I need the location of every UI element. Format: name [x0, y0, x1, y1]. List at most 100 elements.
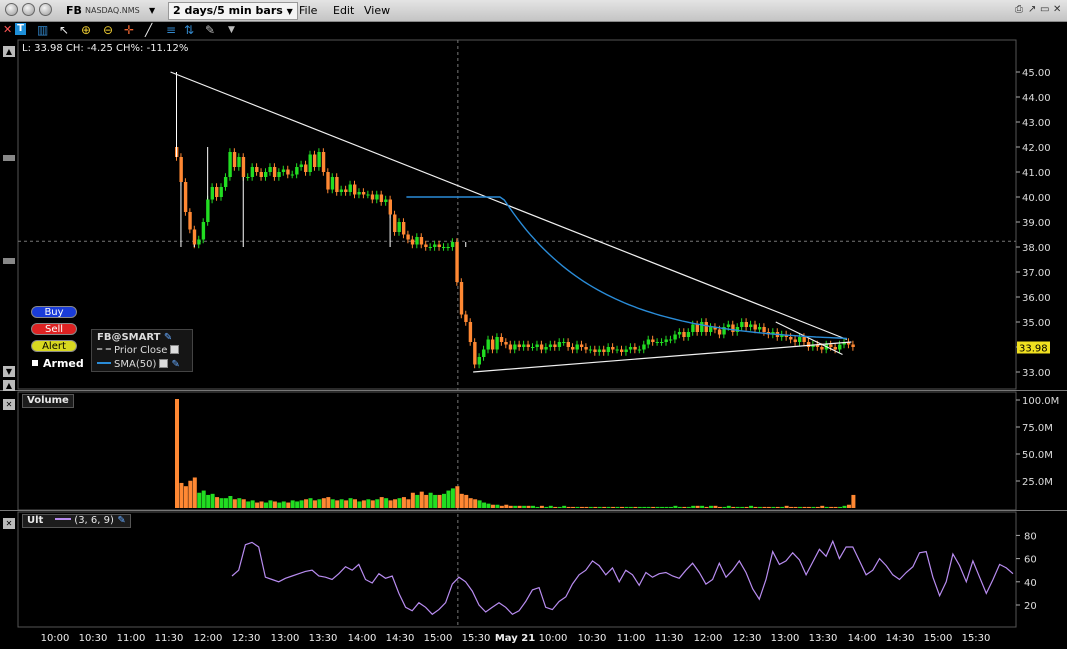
volume-bar	[379, 497, 384, 508]
cursor-icon[interactable]: ↖	[59, 23, 69, 37]
panel-collapse-icon[interactable]: ▲	[3, 46, 15, 57]
volume-bar	[593, 506, 598, 508]
detach-icon[interactable]: ↗	[1028, 4, 1036, 15]
window-close-icon[interactable]	[5, 3, 18, 16]
window-link-icon[interactable]	[39, 3, 52, 16]
crosshair-icon[interactable]: ✛	[124, 23, 134, 37]
volume-bar	[317, 499, 322, 508]
candle-down	[459, 282, 464, 315]
volume-bar	[695, 505, 700, 508]
time-axis-label: 11:30	[655, 633, 684, 644]
symbol-label[interactable]: FB	[66, 4, 82, 17]
splitter-handle[interactable]	[3, 258, 15, 264]
zoom-out-icon[interactable]: ⊖	[103, 23, 113, 37]
maximize-icon[interactable]: ▭	[1040, 4, 1049, 15]
legend-prior-close[interactable]: Prior Close	[97, 345, 180, 356]
checkbox-icon[interactable]	[170, 345, 180, 354]
candle-up	[677, 332, 682, 335]
close-icon[interactable]: ✕	[3, 23, 12, 37]
time-axis-label: 14:30	[886, 633, 915, 644]
armed-toggle[interactable]: Armed	[32, 357, 84, 370]
volume-bar	[321, 498, 326, 508]
panel-expand-icon[interactable]: ▼	[3, 366, 15, 377]
candle-down	[370, 194, 375, 200]
volume-bar	[544, 506, 549, 508]
period-selector[interactable]: 2 days/5 min bars ▼	[168, 2, 298, 20]
candle-down	[188, 212, 192, 230]
candle-down	[321, 152, 326, 172]
candle-up	[588, 349, 593, 351]
time-axis-label: 14:00	[848, 633, 877, 644]
fib-icon[interactable]: ≡	[166, 23, 176, 37]
price-tick-label: 36.00	[1022, 293, 1051, 304]
volume-bar	[606, 506, 611, 508]
price-tick-label: 38.00	[1022, 243, 1051, 254]
candle-up	[228, 152, 232, 177]
arrow-tool-icon[interactable]: ⇅	[184, 23, 194, 37]
ult-tick-label: 20	[1024, 601, 1037, 612]
volume-bar	[815, 506, 820, 508]
candle-down	[473, 342, 477, 365]
candle-up	[210, 187, 214, 200]
sell-button[interactable]: Sell	[31, 323, 77, 335]
buy-button[interactable]: Buy	[31, 306, 77, 318]
menu-view[interactable]: View	[364, 4, 390, 17]
legend-settings-icon[interactable]: ✎	[164, 332, 172, 343]
time-axis-label: 10:00	[41, 633, 70, 644]
armed-checkbox-icon[interactable]	[32, 360, 38, 366]
window-minimize-icon[interactable]	[22, 3, 35, 16]
time-axis-label: 10:00	[539, 633, 568, 644]
volume-bar	[499, 505, 504, 508]
volume-bar	[241, 499, 246, 508]
candle-down	[437, 244, 441, 247]
volume-bar	[851, 494, 856, 508]
ult-line-icon	[54, 518, 71, 520]
volume-bar	[450, 488, 455, 508]
alert-button[interactable]: Alert	[31, 340, 77, 352]
volume-bar	[820, 505, 825, 508]
volume-bar	[219, 498, 224, 508]
candle-up	[642, 344, 646, 350]
bar-chart-icon[interactable]: ▥	[37, 23, 48, 37]
volume-tick-label: 50.0M	[1022, 450, 1053, 461]
ult-settings-icon[interactable]: ✎	[117, 515, 125, 526]
candle-up	[606, 347, 611, 352]
dropdown-icon[interactable]: ▼	[228, 23, 235, 37]
print-icon[interactable]: ⎙	[1015, 4, 1023, 15]
type-t-icon[interactable]: T	[15, 23, 26, 35]
close-window-icon[interactable]: ✕	[1053, 4, 1061, 15]
volume-bar	[740, 506, 745, 508]
candle-down	[241, 157, 246, 177]
candle-down	[393, 214, 397, 232]
volume-bar	[424, 494, 429, 508]
candle-up	[660, 342, 664, 343]
volume-bar	[539, 505, 544, 508]
menu-file[interactable]: File	[299, 4, 317, 17]
price-tick-label: 41.00	[1022, 168, 1051, 179]
chart-canvas[interactable]: 45.00 44.00 43.00 42.00 41.00 40.00 39.00 38.00…	[0, 0, 1067, 649]
ult-panel-close-icon[interactable]: ✕	[3, 518, 15, 529]
candle-up	[433, 244, 437, 247]
candle-up	[330, 177, 335, 190]
candle-up	[277, 172, 281, 177]
ult-line	[231, 539, 1014, 616]
line-tool-icon[interactable]: ╱	[145, 23, 152, 37]
splitter-handle[interactable]	[3, 155, 15, 161]
ult-tick-label: 80	[1024, 531, 1037, 542]
zoom-in-icon[interactable]: ⊕	[81, 23, 91, 37]
volume-bar	[237, 498, 242, 508]
menu-edit[interactable]: Edit	[333, 4, 354, 17]
legend-sma[interactable]: SMA(50) ✎	[97, 359, 180, 370]
volume-bar	[566, 506, 571, 508]
candle-up	[197, 239, 201, 245]
wrench-icon[interactable]: ✎	[205, 23, 215, 37]
candle-down	[704, 322, 708, 332]
symbol-dropdown-icon[interactable]: ▼	[149, 6, 155, 15]
volume-bar	[290, 500, 295, 508]
sma-settings-icon[interactable]: ✎	[172, 359, 180, 370]
panel-collapse-icon[interactable]: ▲	[3, 380, 15, 391]
checkbox-icon[interactable]	[159, 359, 169, 368]
volume-panel-close-icon[interactable]: ✕	[3, 399, 15, 410]
candle-down	[620, 349, 624, 352]
volume-bar	[838, 506, 843, 508]
